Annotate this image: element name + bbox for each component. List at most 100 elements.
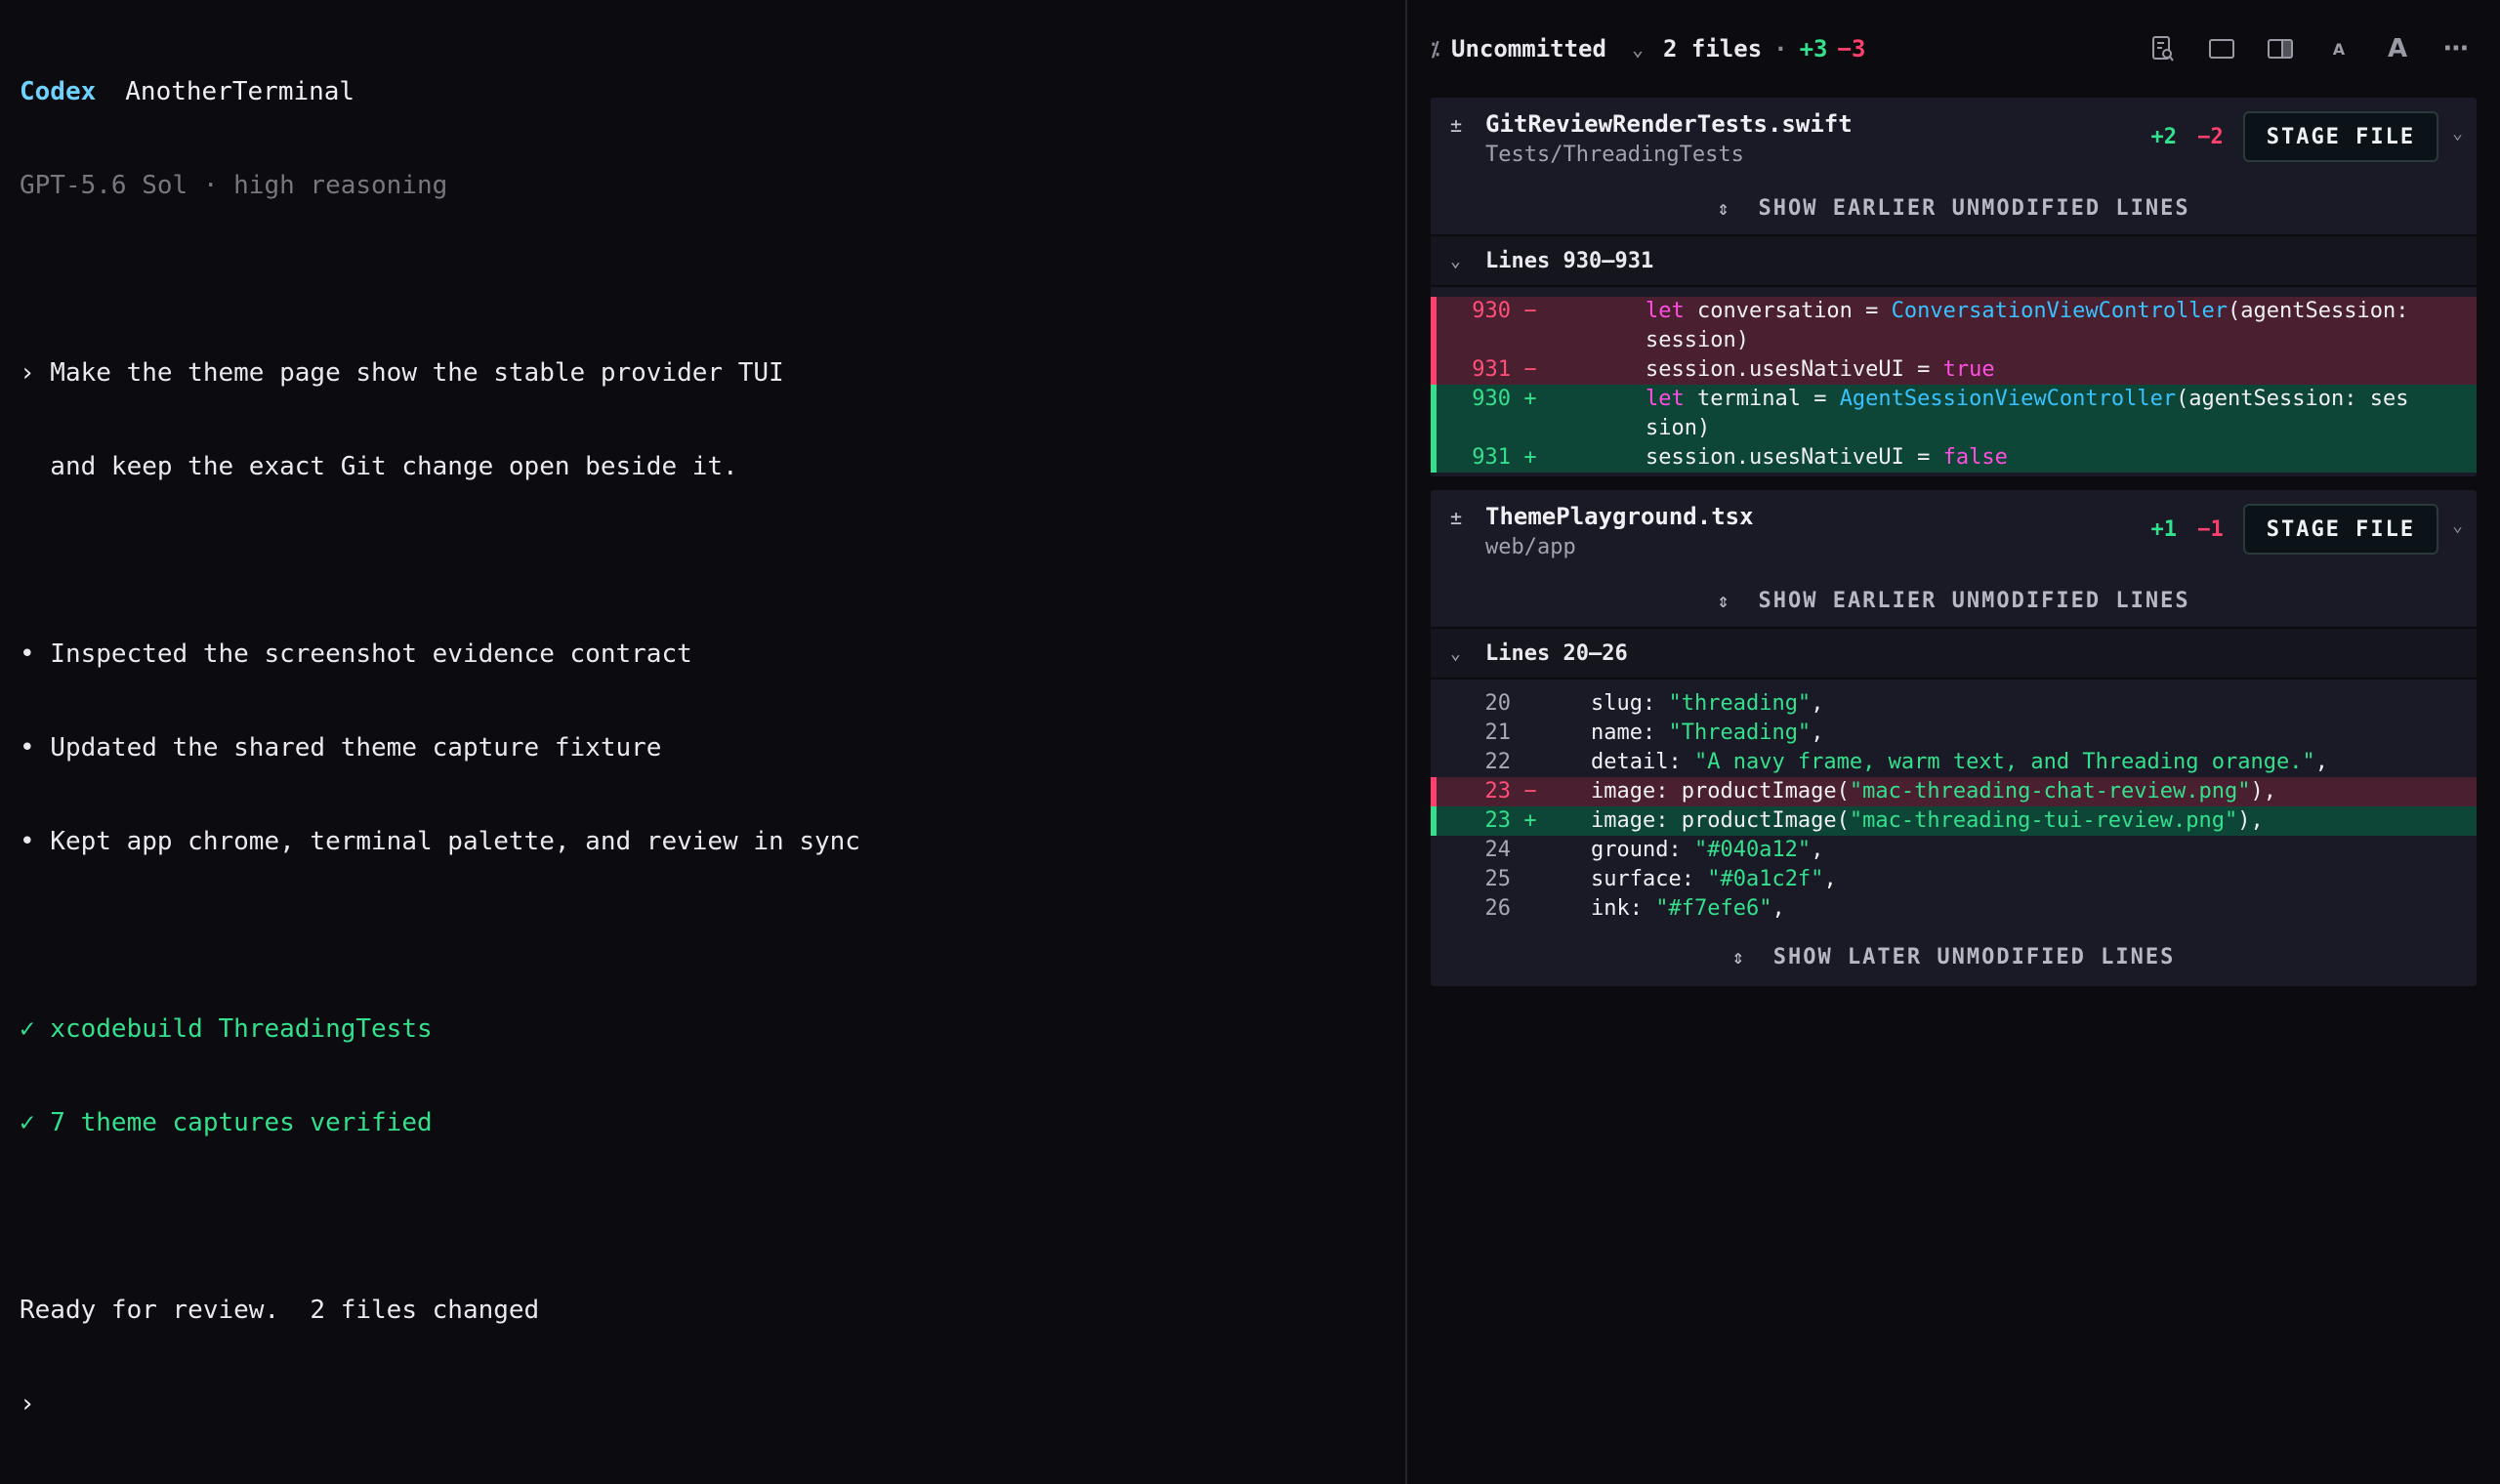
line-number: 24 bbox=[1484, 838, 1512, 862]
line-number: 931 bbox=[1472, 357, 1511, 382]
summary-line: Ready for review. 2 files changed bbox=[20, 1296, 540, 1325]
added-line[interactable]: sion) bbox=[1431, 414, 2477, 443]
expand-arrows-icon: ⇕ bbox=[1731, 945, 1746, 969]
removed-line[interactable]: 930− let conversation = ConversationViewC… bbox=[1431, 297, 2477, 326]
code-text: let terminal = AgentSessionViewControlle… bbox=[1646, 387, 2409, 411]
document-search-icon[interactable] bbox=[2148, 34, 2178, 63]
file-header[interactable]: ± ThemePlayground.tsx web/app +1 −1 STAG… bbox=[1431, 490, 2477, 574]
file-name[interactable]: GitReviewRenderTests.swift bbox=[1485, 109, 1853, 139]
progress-bullet: • Updated the shared theme capture fixtu… bbox=[20, 733, 662, 763]
input-prompt[interactable]: › bbox=[20, 1388, 1386, 1420]
file-path: Tests/ThreadingTests bbox=[1485, 143, 1744, 167]
diff-sign: − bbox=[1523, 779, 1537, 804]
expand-arrows-icon: ⇕ bbox=[1717, 196, 1731, 220]
line-number: 26 bbox=[1484, 896, 1512, 921]
context-line[interactable]: 26 ink: "#f7efe6", bbox=[1431, 894, 2477, 924]
added-line[interactable]: 931 + session.usesNativeUI = false bbox=[1431, 443, 2477, 473]
app-brand: Codex bbox=[20, 77, 97, 106]
chevron-down-icon[interactable]: ⌄ bbox=[2452, 515, 2463, 536]
show-later-lines-button[interactable]: ⇕ SHOW LATER UNMODIFIED LINES bbox=[1431, 928, 2477, 986]
file-diff-card: ± GitReviewRenderTests.swift Tests/Threa… bbox=[1431, 98, 2477, 476]
diff-sign bbox=[1511, 719, 1550, 748]
file-diff-card: ± ThemePlayground.tsx web/app +1 −1 STAG… bbox=[1431, 490, 2477, 986]
font-small-icon[interactable]: A bbox=[2324, 34, 2354, 63]
diff-code-block: 20 slug: "threading", 21 name: "Threading",… bbox=[1431, 680, 2477, 928]
context-line[interactable]: 24 ground: "#040a12", bbox=[1431, 836, 2477, 865]
file-name[interactable]: ThemePlayground.tsx bbox=[1485, 502, 1754, 531]
line-number: 931 bbox=[1472, 445, 1511, 470]
show-earlier-lines-button[interactable]: ⇕ SHOW EARLIER UNMODIFIED LINES bbox=[1431, 574, 2477, 627]
chevron-down-icon[interactable]: ⌄ bbox=[2452, 123, 2463, 144]
chevron-down-icon[interactable]: ⌄ bbox=[1632, 37, 1644, 61]
terminal-pane[interactable]: Codex AnotherTerminal GPT-5.6 Sol · high … bbox=[0, 0, 1407, 1484]
check-result: ✓ xcodebuild ThreadingTests bbox=[20, 1014, 433, 1044]
show-later-label: SHOW LATER UNMODIFIED LINES bbox=[1772, 944, 2176, 969]
file-added-count: +2 bbox=[2150, 125, 2177, 149]
user-prompt-line: and keep the exact Git change open besid… bbox=[20, 452, 738, 481]
show-earlier-label: SHOW EARLIER UNMODIFIED LINES bbox=[1758, 588, 2190, 613]
chevron-down-icon[interactable]: ⌄ bbox=[1450, 643, 1485, 664]
file-path: web/app bbox=[1485, 535, 1576, 559]
modified-file-icon: ± bbox=[1450, 113, 1463, 137]
diff-sign: + bbox=[1523, 387, 1537, 411]
hunk-range-label: Lines 930–931 bbox=[1485, 248, 1654, 273]
file-added-count: +1 bbox=[2150, 517, 2177, 542]
review-toolbar: ⁒ Uncommitted ⌄ 2 files · +3 −3 A A ⋯ bbox=[1431, 0, 2477, 98]
user-prompt-line: › Make the theme page show the stable pr… bbox=[20, 358, 784, 388]
context-line[interactable]: 21 name: "Threading", bbox=[1431, 719, 2477, 748]
code-text: ground: "#040a12", bbox=[1591, 838, 1824, 862]
removed-line[interactable]: session) bbox=[1431, 326, 2477, 355]
stage-file-button[interactable]: STAGE FILE bbox=[2242, 111, 2439, 162]
diff-scope-icon: ⁒ bbox=[1431, 37, 1439, 61]
total-removed: −3 bbox=[1837, 35, 1866, 62]
code-text: image: productImage("mac-threading-tui-r… bbox=[1591, 808, 2264, 833]
code-text: session) bbox=[1646, 328, 1749, 352]
context-line[interactable]: 25 surface: "#0a1c2f", bbox=[1431, 865, 2477, 894]
removed-line[interactable]: 931− session.usesNativeUI = true bbox=[1431, 355, 2477, 385]
files-count: 2 files bbox=[1663, 35, 1763, 62]
context-line[interactable]: 20 slug: "threading", bbox=[1431, 689, 2477, 719]
diff-sign: − bbox=[1523, 299, 1537, 323]
split-pane-icon[interactable] bbox=[2266, 34, 2295, 63]
diff-code-block: 930− let conversation = ConversationViewC… bbox=[1431, 287, 2477, 476]
code-text: sion) bbox=[1646, 416, 1711, 440]
removed-line[interactable]: 23− image: productImage("mac-threading-ch… bbox=[1431, 777, 2477, 806]
hunk-header[interactable]: ⌄ Lines 20–26 bbox=[1431, 627, 2477, 680]
scope-selector[interactable]: Uncommitted bbox=[1451, 35, 1606, 62]
hunk-range-label: Lines 20–26 bbox=[1485, 640, 1628, 666]
code-text: image: productImage("mac-threading-chat-… bbox=[1591, 779, 2277, 804]
diff-sign bbox=[1511, 894, 1550, 924]
line-number: 23 bbox=[1484, 779, 1512, 804]
code-text: ink: "#f7efe6", bbox=[1591, 896, 1785, 921]
line-number: 25 bbox=[1484, 867, 1512, 891]
added-line[interactable]: 930 + let terminal = AgentSessionViewContr… bbox=[1431, 385, 2477, 414]
more-icon[interactable]: ⋯ bbox=[2441, 34, 2471, 63]
single-pane-icon[interactable] bbox=[2207, 34, 2236, 63]
line-number: 23 bbox=[1484, 808, 1512, 833]
progress-bullet: • Kept app chrome, terminal palette, and… bbox=[20, 827, 860, 856]
line-number bbox=[1431, 414, 1511, 443]
file-removed-count: −1 bbox=[2197, 517, 2224, 542]
context-line[interactable]: 22 detail: "A navy frame, warm text, and … bbox=[1431, 748, 2477, 777]
line-number: 22 bbox=[1484, 750, 1512, 774]
total-added: +3 bbox=[1799, 35, 1828, 62]
diff-sign bbox=[1511, 865, 1550, 894]
line-number: 20 bbox=[1484, 691, 1512, 716]
added-line[interactable]: 23 + image: productImage("mac-threading-tu… bbox=[1431, 806, 2477, 836]
file-header[interactable]: ± GitReviewRenderTests.swift Tests/Threa… bbox=[1431, 98, 2477, 182]
chevron-down-icon[interactable]: ⌄ bbox=[1450, 251, 1485, 271]
file-stats: +1 −1 bbox=[2150, 517, 2223, 542]
project-name: AnotherTerminal bbox=[125, 77, 355, 106]
show-earlier-lines-button[interactable]: ⇕ SHOW EARLIER UNMODIFIED LINES bbox=[1431, 182, 2477, 234]
code-text: slug: "threading", bbox=[1591, 691, 1824, 716]
code-text: surface: "#0a1c2f", bbox=[1591, 867, 1837, 891]
toolbar-icons: A A ⋯ bbox=[2148, 34, 2471, 63]
diff-sign bbox=[1511, 836, 1550, 865]
font-large-icon[interactable]: A bbox=[2383, 34, 2412, 63]
diff-sign bbox=[1511, 414, 1550, 443]
stage-file-button[interactable]: STAGE FILE bbox=[2242, 504, 2439, 555]
hunk-header[interactable]: ⌄ Lines 930–931 bbox=[1431, 234, 2477, 287]
review-pane: ⁒ Uncommitted ⌄ 2 files · +3 −3 A A ⋯ ± … bbox=[1407, 0, 2500, 1484]
code-text: name: "Threading", bbox=[1591, 721, 1824, 745]
file-removed-count: −2 bbox=[2197, 125, 2224, 149]
